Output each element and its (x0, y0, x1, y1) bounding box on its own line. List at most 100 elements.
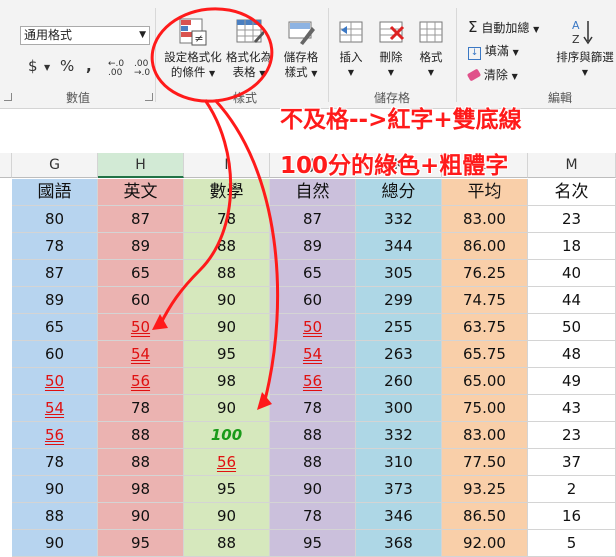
table-cell[interactable]: 65 (12, 314, 98, 341)
table-cell[interactable]: 89 (12, 287, 98, 314)
table-cell[interactable]: 40 (528, 260, 616, 287)
table-cell[interactable]: 50 (270, 314, 356, 341)
table-cell[interactable]: 65.00 (442, 368, 528, 395)
table-cell[interactable]: 88 (184, 260, 270, 287)
header-cell[interactable]: 數學 (184, 179, 270, 206)
table-cell[interactable]: 49 (528, 368, 616, 395)
table-cell[interactable]: 87 (12, 260, 98, 287)
increase-decimal-button[interactable]: ←.0 .00 (108, 60, 134, 78)
table-cell[interactable]: 65 (270, 260, 356, 287)
header-cell[interactable]: 自然 (270, 179, 356, 206)
table-cell[interactable]: 2 (528, 476, 616, 503)
table-cell[interactable]: 54 (270, 341, 356, 368)
table-cell[interactable]: 90 (184, 395, 270, 422)
table-cell[interactable]: 65 (98, 260, 184, 287)
table-cell[interactable]: 54 (98, 341, 184, 368)
table-cell[interactable]: 78 (270, 503, 356, 530)
table-cell[interactable]: 88 (12, 503, 98, 530)
table-cell[interactable]: 60 (270, 287, 356, 314)
table-cell[interactable]: 56 (98, 368, 184, 395)
table-cell[interactable]: 63.75 (442, 314, 528, 341)
clear-button[interactable]: 清除 ▼ (466, 66, 518, 83)
table-cell[interactable]: 98 (98, 476, 184, 503)
table-cell[interactable]: 50 (98, 314, 184, 341)
table-cell[interactable]: 86.50 (442, 503, 528, 530)
table-cell[interactable]: 346 (356, 503, 442, 530)
cell-styles-button[interactable]: 儲存格 樣式 ▼ (278, 17, 324, 81)
format-button[interactable]: 格式 ▼ (413, 17, 449, 80)
table-cell[interactable]: 50 (528, 314, 616, 341)
number-format-select[interactable]: 通用格式 ▼ (20, 26, 150, 45)
table-cell[interactable]: 50 (12, 368, 98, 395)
table-cell[interactable]: 77.50 (442, 449, 528, 476)
table-cell[interactable]: 300 (356, 395, 442, 422)
table-cell[interactable]: 48 (528, 341, 616, 368)
table-cell[interactable]: 310 (356, 449, 442, 476)
header-cell[interactable]: 國語 (12, 179, 98, 206)
table-cell[interactable]: 90 (12, 476, 98, 503)
table-cell[interactable]: 18 (528, 233, 616, 260)
table-cell[interactable]: 263 (356, 341, 442, 368)
sort-filter-button[interactable]: A Z 排序與篩選 ▼ (554, 17, 616, 80)
table-cell[interactable]: 56 (12, 422, 98, 449)
table-cell[interactable]: 95 (184, 476, 270, 503)
table-cell[interactable]: 75.00 (442, 395, 528, 422)
table-cell[interactable]: 23 (528, 422, 616, 449)
table-cell[interactable]: 87 (98, 206, 184, 233)
table-cell[interactable]: 44 (528, 287, 616, 314)
column-header-i[interactable]: I (184, 153, 270, 178)
table-cell[interactable]: 37 (528, 449, 616, 476)
conditional-formatting-button[interactable]: ≠ 設定格式化 的條件 ▼ (160, 17, 226, 81)
fill-button[interactable]: ↓ 填滿 ▼ (468, 42, 519, 60)
table-cell[interactable]: 90 (98, 503, 184, 530)
table-cell[interactable]: 90 (270, 476, 356, 503)
dialog-launcher-icon[interactable] (145, 93, 153, 101)
delete-button[interactable]: 刪除 ▼ (373, 17, 409, 80)
table-cell[interactable]: 54 (12, 395, 98, 422)
table-cell[interactable]: 95 (184, 341, 270, 368)
table-cell[interactable]: 89 (98, 233, 184, 260)
column-header-m[interactable]: M (528, 153, 616, 178)
decrease-decimal-button[interactable]: .00 →.0 (134, 60, 154, 78)
insert-button[interactable]: 插入 ▼ (333, 17, 369, 80)
currency-button[interactable]: $ (28, 57, 38, 75)
table-cell[interactable]: 373 (356, 476, 442, 503)
table-cell[interactable]: 88 (98, 449, 184, 476)
header-cell[interactable]: 英文 (98, 179, 184, 206)
table-cell[interactable]: 332 (356, 422, 442, 449)
table-cell[interactable]: 255 (356, 314, 442, 341)
table-cell[interactable]: 344 (356, 233, 442, 260)
table-cell[interactable]: 78 (270, 395, 356, 422)
dialog-launcher-icon[interactable] (4, 93, 12, 101)
table-cell[interactable]: 56 (270, 368, 356, 395)
table-cell[interactable]: 305 (356, 260, 442, 287)
table-cell[interactable]: 78 (12, 233, 98, 260)
table-cell[interactable]: 98 (184, 368, 270, 395)
table-cell[interactable]: 332 (356, 206, 442, 233)
table-cell[interactable]: 90 (184, 314, 270, 341)
column-header-h[interactable]: H (98, 153, 184, 178)
table-cell[interactable]: 83.00 (442, 206, 528, 233)
table-cell[interactable]: 93.25 (442, 476, 528, 503)
table-cell[interactable]: 88 (270, 422, 356, 449)
table-cell[interactable]: 299 (356, 287, 442, 314)
table-cell[interactable]: 88 (184, 233, 270, 260)
column-header-g[interactable]: G (12, 153, 98, 178)
table-cell[interactable]: 60 (12, 341, 98, 368)
autosum-button[interactable]: Σ 自動加總 ▼ (468, 18, 539, 36)
table-cell[interactable]: 56 (184, 449, 270, 476)
table-cell[interactable]: 78 (184, 206, 270, 233)
header-cell[interactable]: 總分 (356, 179, 442, 206)
header-cell[interactable]: 名次 (528, 179, 616, 206)
table-cell[interactable]: 65.75 (442, 341, 528, 368)
table-cell[interactable]: 89 (270, 233, 356, 260)
table-cell[interactable]: 43 (528, 395, 616, 422)
table-cell[interactable]: 23 (528, 206, 616, 233)
table-cell[interactable]: 78 (98, 395, 184, 422)
table-cell[interactable]: 90 (184, 287, 270, 314)
table-cell[interactable]: 78 (12, 449, 98, 476)
table-cell[interactable]: 100 (184, 422, 270, 449)
table-cell[interactable]: 88 (98, 422, 184, 449)
table-cell[interactable]: 88 (270, 449, 356, 476)
format-as-table-button[interactable]: 格式化為 表格 ▼ (226, 17, 272, 81)
